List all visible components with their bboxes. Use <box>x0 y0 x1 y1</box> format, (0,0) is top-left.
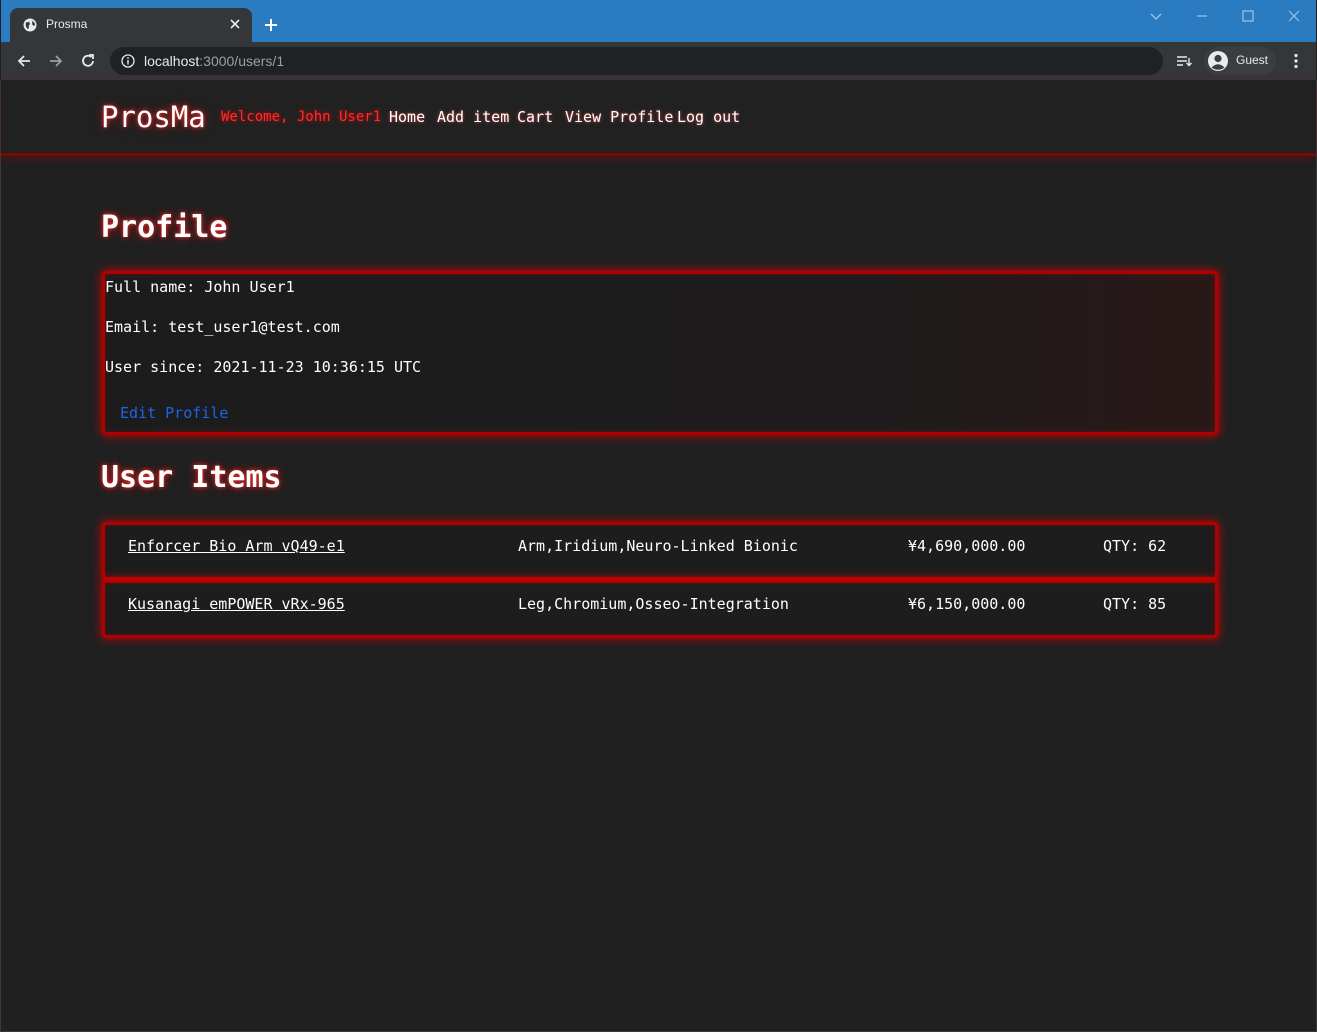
nav-link-home[interactable]: Home <box>389 108 425 126</box>
item-price: ¥4,690,000.00 <box>908 537 1026 555</box>
browser-tab[interactable]: Prosma <box>10 8 252 42</box>
url-host: localhost <box>144 53 200 69</box>
brand-logo[interactable]: ProsMa <box>101 100 206 134</box>
profile-button[interactable]: Guest <box>1204 47 1276 75</box>
item-name-link[interactable]: Kusanagi emPOWER vRx-965 <box>128 595 345 613</box>
address-bar[interactable]: localhost:3000/users/1 <box>110 47 1163 75</box>
url-path: :3000/users/1 <box>199 53 285 69</box>
browser-title-bar: Prosma <box>0 0 1317 42</box>
new-tab-icon[interactable] <box>263 17 279 33</box>
nav-link-view-profile[interactable]: View Profile <box>565 108 673 126</box>
edit-profile-link[interactable]: Edit Profile <box>120 404 228 422</box>
minimize-icon[interactable] <box>1193 8 1211 24</box>
menu-icon[interactable] <box>1287 52 1305 70</box>
back-icon[interactable] <box>15 52 33 70</box>
item-quantity: QTY: 85 <box>1103 595 1167 613</box>
item-name-link[interactable]: Enforcer Bio Arm vQ49-e1 <box>128 537 345 555</box>
maximize-icon[interactable] <box>1239 8 1257 24</box>
avatar-icon <box>1208 51 1228 71</box>
nav-link-add-item[interactable]: Add item <box>437 108 509 126</box>
profile-card: Full name: John User1 Email: test_user1@… <box>102 271 1218 435</box>
profile-heading: Profile <box>101 210 228 245</box>
nav-link-cart[interactable]: Cart <box>517 108 553 126</box>
item-row: Kusanagi emPOWER vRx-965 Leg,Chromium,Os… <box>102 580 1218 638</box>
tab-search-icon[interactable] <box>1147 8 1165 24</box>
globe-icon <box>23 18 37 32</box>
user-since-text: User since: 2021-11-23 10:36:15 UTC <box>105 358 422 376</box>
site-navbar: ProsMa Welcome, John User1 Home Add item… <box>1 80 1316 156</box>
reading-list-icon[interactable] <box>1175 52 1193 70</box>
item-quantity: QTY: 62 <box>1103 537 1167 555</box>
nav-link-log-out[interactable]: Log out <box>677 108 740 126</box>
full-name-text: Full name: John User1 <box>105 278 295 296</box>
profile-label: Guest <box>1236 53 1269 67</box>
item-tags: Arm,Iridium,Neuro-Linked Bionic <box>518 537 798 555</box>
page-content: ProsMa Welcome, John User1 Home Add item… <box>0 80 1317 1032</box>
url-text[interactable]: localhost:3000/users/1 <box>144 53 284 69</box>
welcome-message: Welcome, John User1 <box>221 109 382 125</box>
site-info-icon[interactable] <box>121 54 135 68</box>
email-text: Email: test_user1@test.com <box>105 318 340 336</box>
tab-title: Prosma <box>46 17 88 31</box>
browser-toolbar: localhost:3000/users/1 Guest <box>0 42 1317 80</box>
user-items-heading: User Items <box>101 460 282 495</box>
forward-icon[interactable] <box>47 52 65 70</box>
item-price: ¥6,150,000.00 <box>908 595 1026 613</box>
reload-icon[interactable] <box>79 52 97 70</box>
close-window-icon[interactable] <box>1285 8 1303 24</box>
item-row: Enforcer Bio Arm vQ49-e1 Arm,Iridium,Neu… <box>102 522 1218 580</box>
item-tags: Leg,Chromium,Osseo-Integration <box>518 595 789 613</box>
close-tab-icon[interactable] <box>228 17 242 31</box>
